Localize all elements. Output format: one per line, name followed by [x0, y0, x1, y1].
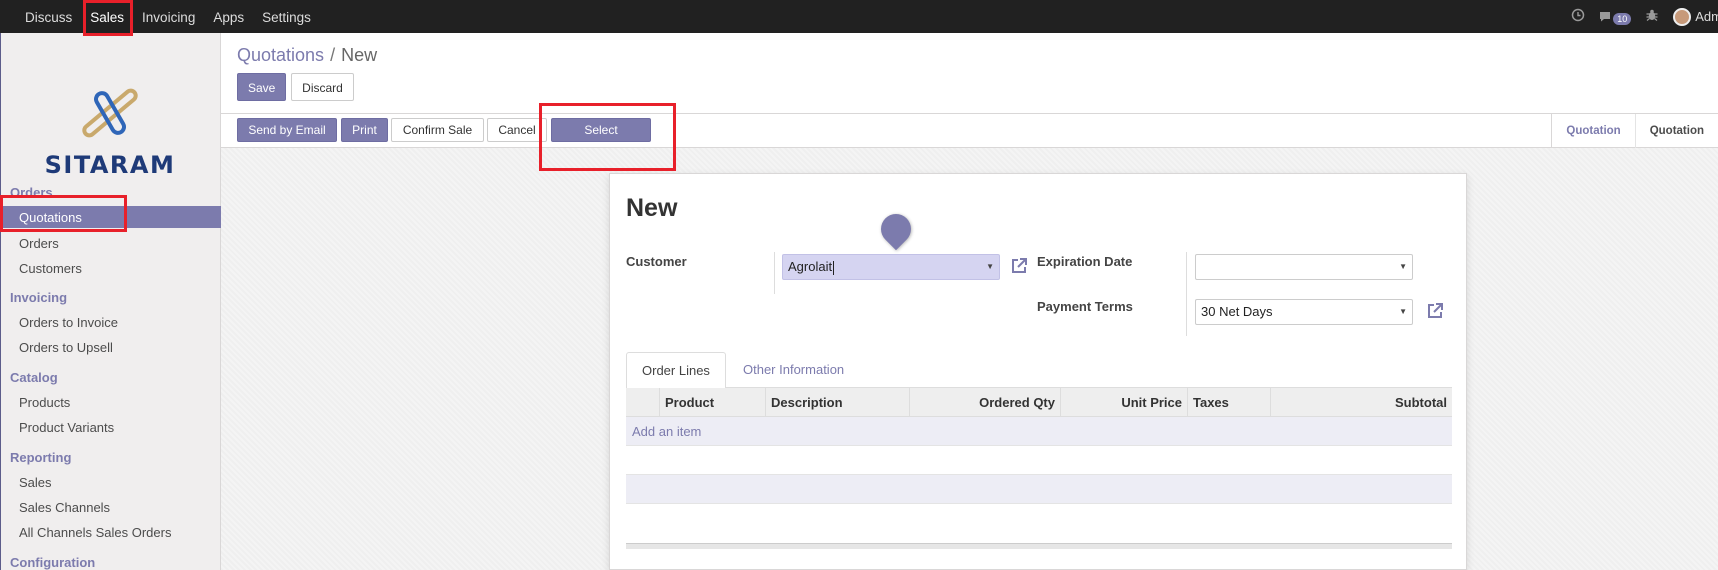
discard-button[interactable]: Discard [291, 73, 354, 101]
main-content: Quotations / New Save Discard Send by Emai… [221, 33, 1718, 570]
payment-terms-label: Payment Terms [1037, 299, 1133, 314]
main-menu: Discuss Sales Invoicing Apps Settings [16, 0, 320, 33]
customer-field[interactable]: Agrolait ▼ [782, 254, 1000, 280]
sidebar-item-customers[interactable]: Customers [19, 261, 82, 276]
section-configuration: Configuration [10, 555, 96, 570]
message-count-badge: 10 [1613, 12, 1632, 25]
annotation-box-select-product [539, 103, 676, 171]
column-subtotal[interactable]: Subtotal [1270, 388, 1452, 417]
dropdown-caret-icon[interactable]: ▼ [1399, 255, 1407, 279]
messages-icon[interactable]: 10 [1599, 9, 1632, 25]
breadcrumb-quotations[interactable]: Quotations [237, 45, 324, 65]
dropdown-caret-icon[interactable]: ▼ [1399, 300, 1407, 324]
menu-discuss[interactable]: Discuss [16, 0, 81, 33]
stage-bar: Quotation Quotation [1551, 114, 1718, 148]
customer-label: Customer [626, 254, 687, 269]
sitaram-logo-icon [82, 88, 138, 138]
section-invoicing: Invoicing [10, 290, 68, 305]
column-ordered-qty[interactable]: Ordered Qty [909, 388, 1060, 417]
page-title: New [626, 194, 678, 222]
sidebar-item-orders[interactable]: Orders [19, 236, 59, 251]
avatar [1673, 7, 1692, 26]
expiration-date-field[interactable]: ▼ [1195, 254, 1413, 280]
text-cursor [833, 260, 835, 275]
table-row [626, 504, 1452, 533]
external-link-icon[interactable] [1010, 257, 1028, 280]
control-panel: Quotations / New Save Discard [221, 33, 1718, 114]
print-button[interactable]: Print [341, 118, 388, 142]
form-sheet: New Customer Agrolait ▼ Expiration Date … [609, 173, 1467, 570]
column-description[interactable]: Description [765, 388, 909, 417]
order-lines-table: Product Description Ordered Qty Unit Pri… [626, 388, 1452, 533]
breadcrumb-separator: / [330, 45, 336, 65]
menu-settings[interactable]: Settings [253, 0, 320, 33]
breadcrumb: Quotations / New [237, 45, 377, 66]
table-footer [626, 543, 1452, 549]
column-taxes[interactable]: Taxes [1187, 388, 1270, 417]
sidebar-item-sales[interactable]: Sales [19, 475, 52, 490]
external-link-icon[interactable] [1426, 302, 1444, 325]
clock-icon[interactable] [1571, 8, 1585, 25]
company-logo: SITARAM [25, 75, 195, 179]
user-menu[interactable]: Adm [1673, 7, 1718, 26]
save-button[interactable]: Save [237, 73, 286, 101]
table-row [626, 446, 1452, 475]
stage-quotation[interactable]: Quotation [1552, 114, 1636, 148]
section-catalog: Catalog [10, 370, 58, 385]
form-tabs: Order Lines Other Information [626, 352, 1452, 389]
sidebar-item-orders-to-invoice[interactable]: Orders to Invoice [19, 315, 118, 330]
menu-apps[interactable]: Apps [204, 0, 253, 33]
send-by-email-button[interactable]: Send by Email [237, 118, 337, 142]
top-navbar: Discuss Sales Invoicing Apps Settings 10… [0, 0, 1718, 33]
dropdown-caret-icon[interactable]: ▼ [986, 255, 994, 279]
stage-quotation-sent[interactable]: Quotation [1636, 114, 1718, 148]
field-divider [1186, 252, 1187, 336]
confirm-sale-button[interactable]: Confirm Sale [391, 118, 484, 142]
sidebar-item-products[interactable]: Products [19, 395, 70, 410]
add-an-item-link[interactable]: Add an item [632, 424, 701, 439]
sidebar: SITARAM Orders Quotations Orders Custome… [0, 33, 221, 570]
customer-value: Agrolait [788, 259, 833, 274]
sidebar-item-sales-channels[interactable]: Sales Channels [19, 500, 110, 515]
sidebar-item-orders-to-upsell[interactable]: Orders to Upsell [19, 340, 113, 355]
payment-terms-field[interactable]: 30 Net Days ▼ [1195, 299, 1413, 325]
cancel-button[interactable]: Cancel [487, 118, 547, 142]
expiration-date-label: Expiration Date [1037, 254, 1133, 269]
field-divider [774, 252, 775, 294]
systray: 10 Adm [1571, 0, 1718, 33]
sidebar-item-all-channels-sales-orders[interactable]: All Channels Sales Orders [19, 525, 171, 540]
user-name: Adm [1695, 9, 1718, 24]
column-product[interactable]: Product [659, 388, 765, 417]
table-row [626, 475, 1452, 504]
bug-icon[interactable] [1645, 8, 1659, 25]
table-row: Add an item [626, 417, 1452, 446]
column-unit-price[interactable]: Unit Price [1060, 388, 1187, 417]
annotation-box-sales [83, 0, 133, 36]
logo-text: SITARAM [44, 151, 176, 179]
section-reporting: Reporting [10, 450, 72, 465]
status-bar: Send by Email Print Confirm Sale Cancel … [221, 114, 1718, 160]
breadcrumb-current: New [341, 45, 378, 65]
menu-invoicing[interactable]: Invoicing [133, 0, 204, 33]
table-header: Product Description Ordered Qty Unit Pri… [626, 388, 1452, 417]
payment-terms-value: 30 Net Days [1201, 304, 1273, 319]
sidebar-item-product-variants[interactable]: Product Variants [19, 420, 114, 435]
map-pin-icon [874, 207, 918, 251]
tab-other-information[interactable]: Other Information [728, 352, 859, 389]
annotation-box-quotations [0, 195, 127, 232]
tab-order-lines[interactable]: Order Lines [626, 352, 726, 389]
